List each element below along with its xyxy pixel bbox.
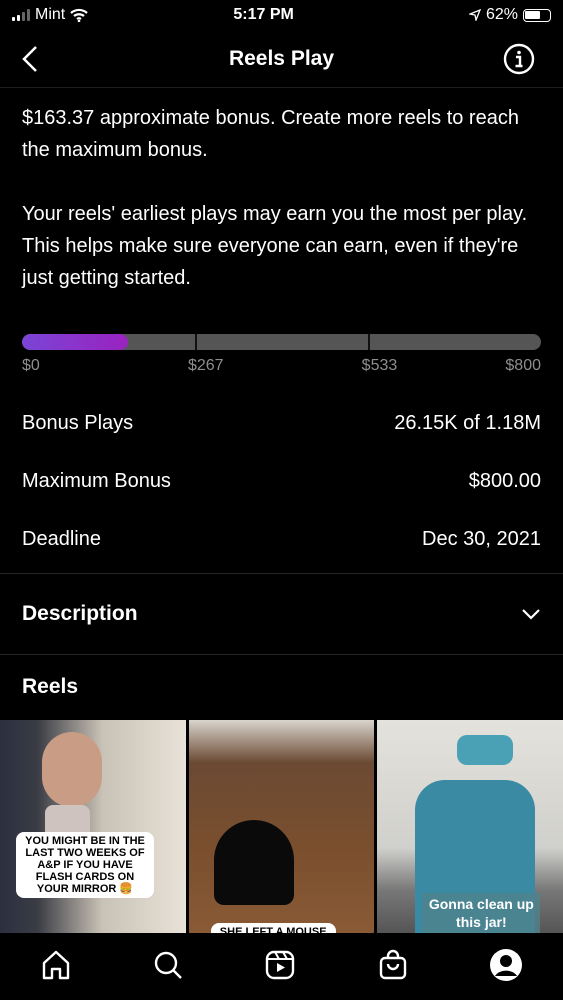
progress-labels: $0 $267 $533 $800 xyxy=(22,357,541,375)
status-bar: Mint 5:17 PM 62% xyxy=(0,0,563,30)
tick-label: $800 xyxy=(505,357,541,374)
reel-thumbnail[interactable]: SHE LEFT A MOUSE IN xyxy=(188,720,375,933)
back-button[interactable] xyxy=(20,44,40,74)
page-title: Reels Play xyxy=(228,46,335,70)
tick-label: $533 xyxy=(361,357,398,374)
stat-maximum-bonus: Maximum Bonus $800.00 xyxy=(0,452,563,510)
reel-caption: Gonna clean up this jar! xyxy=(422,893,541,933)
home-icon[interactable] xyxy=(40,949,72,981)
battery-percent: 62% xyxy=(485,6,518,23)
reel-image xyxy=(213,820,294,905)
carrier: Mint xyxy=(35,6,66,23)
stat-bonus-plays: Bonus Plays 26.15K of 1.18M xyxy=(0,394,563,452)
description-toggle[interactable]: Description xyxy=(0,574,563,655)
stat-label: Maximum Bonus xyxy=(22,469,171,492)
info-icon[interactable] xyxy=(503,43,535,75)
tick-label: $0 xyxy=(22,357,40,374)
stat-deadline: Deadline Dec 30, 2021 xyxy=(0,510,563,568)
reel-image xyxy=(42,732,102,807)
bonus-summary: $163.37 approximate bonus. Create more r… xyxy=(22,107,519,161)
stat-label: Deadline xyxy=(22,527,101,550)
signal-icon xyxy=(12,9,30,21)
search-icon[interactable] xyxy=(152,949,184,981)
reel-thumbnail[interactable]: YOU MIGHT BE IN THE LAST TWO WEEKS OF A&… xyxy=(0,720,186,933)
stat-value: 26.15K of 1.18M xyxy=(394,411,541,434)
reel-image xyxy=(457,735,514,765)
progress-tick xyxy=(367,334,370,350)
reel-caption: YOU MIGHT BE IN THE LAST TWO WEEKS OF A&… xyxy=(16,832,154,898)
intro-text: $163.37 approximate bonus. Create more r… xyxy=(0,88,563,294)
reel-caption: SHE LEFT A MOUSE IN xyxy=(210,923,336,933)
reels-grid: YOU MIGHT BE IN THE LAST TWO WEEKS OF A&… xyxy=(0,720,563,933)
progress-tick xyxy=(194,334,197,350)
wifi-icon xyxy=(70,8,88,22)
stat-label: Bonus Plays xyxy=(22,411,134,434)
chevron-down-icon xyxy=(522,609,540,620)
location-icon xyxy=(468,9,481,21)
earnings-note: Your reels' earliest plays may earn you … xyxy=(22,203,528,289)
reels-icon[interactable] xyxy=(264,949,296,981)
stat-value: Dec 30, 2021 xyxy=(422,527,541,550)
tick-label: $267 xyxy=(187,357,224,374)
bottom-nav xyxy=(0,933,563,1000)
stat-value: $800.00 xyxy=(468,469,541,492)
progress-fill xyxy=(22,334,128,350)
description-label: Description xyxy=(22,602,138,625)
header: Reels Play xyxy=(0,30,563,88)
clock: 5:17 PM xyxy=(233,6,294,23)
stats-list: Bonus Plays 26.15K of 1.18M Maximum Bonus… xyxy=(0,394,563,574)
reels-heading: Reels xyxy=(22,675,79,698)
battery-icon xyxy=(522,8,551,22)
shop-icon[interactable] xyxy=(377,949,409,981)
profile-icon[interactable] xyxy=(489,948,523,982)
bonus-progress-bar xyxy=(22,334,541,350)
reel-thumbnail[interactable]: Gonna clean up this jar! xyxy=(377,720,563,933)
